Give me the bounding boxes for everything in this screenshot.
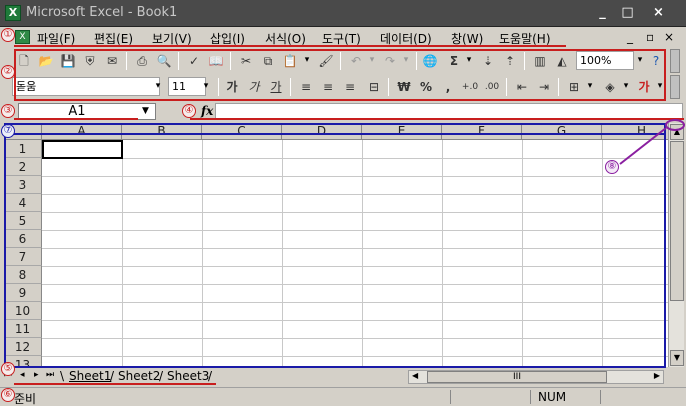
minimize-button[interactable]: _ bbox=[592, 3, 613, 22]
window-title: Microsoft Excel - Book1 bbox=[26, 5, 178, 20]
name-box-dropdown-icon[interactable]: ▼ bbox=[142, 103, 149, 120]
status-bar: 준비 NUM bbox=[0, 387, 686, 406]
tab-sheet1[interactable]: Sheet1 bbox=[69, 369, 111, 383]
excel-icon[interactable]: X bbox=[5, 5, 21, 21]
formatting-toolbar-options[interactable] bbox=[670, 75, 680, 99]
tab-divider: \ bbox=[60, 369, 65, 383]
tab-divider: / bbox=[159, 369, 164, 383]
annotation-badge-8: ⑧ bbox=[605, 160, 619, 174]
status-separator bbox=[530, 390, 531, 404]
column-header-annotation-line bbox=[4, 133, 664, 135]
annotation-badge-5: ⑤ bbox=[1, 362, 15, 376]
annotation-badge-6: ⑥ bbox=[1, 388, 15, 402]
horizontal-scrollbar[interactable]: ◀ III ▶ bbox=[408, 370, 664, 384]
workbook-icon[interactable]: X bbox=[15, 30, 30, 44]
tabbar-underline bbox=[14, 383, 216, 385]
last-sheet-button[interactable]: ⏭ bbox=[46, 370, 54, 380]
standard-toolbar-options[interactable] bbox=[670, 49, 680, 73]
scroll-left-icon[interactable]: ◀ bbox=[412, 371, 418, 380]
tab-divider: / bbox=[110, 369, 115, 383]
status-separator bbox=[450, 390, 451, 404]
menubar-underline bbox=[14, 45, 566, 47]
scroll-down-icon[interactable]: ▼ bbox=[670, 350, 684, 366]
annotation-badge-2: ② bbox=[1, 65, 15, 79]
num-lock-indicator: NUM bbox=[538, 390, 567, 404]
title-bar: X Microsoft Excel - Book1 _ □ × bbox=[0, 0, 686, 27]
doc-minimize-button[interactable]: _ bbox=[627, 30, 633, 44]
scroll-right-icon[interactable]: ▶ bbox=[654, 371, 660, 380]
close-button[interactable]: × bbox=[648, 3, 669, 22]
doc-restore-button[interactable]: ▫ bbox=[646, 30, 654, 44]
toolbar-annotation-box bbox=[14, 49, 666, 101]
tab-sheet2[interactable]: Sheet2 bbox=[118, 369, 160, 383]
annotation-badge-4: ④ bbox=[182, 104, 196, 118]
insert-function-button[interactable]: fx bbox=[201, 104, 213, 118]
worksheet-annotation-frame bbox=[4, 123, 666, 368]
annotation-badge-7: ⑦ bbox=[1, 124, 15, 138]
status-separator bbox=[600, 390, 601, 404]
maximize-button[interactable]: □ bbox=[617, 3, 638, 22]
status-text: 준비 bbox=[14, 392, 37, 406]
tab-sheet3[interactable]: Sheet3 bbox=[167, 369, 209, 383]
annotation-badge-1: ① bbox=[1, 28, 15, 42]
annotation-badge-3: ③ bbox=[1, 104, 15, 118]
horizontal-scroll-thumb[interactable]: III bbox=[427, 371, 607, 383]
doc-close-button[interactable]: × bbox=[664, 30, 674, 44]
tab-divider: / bbox=[208, 369, 213, 383]
namebox-underline bbox=[14, 118, 138, 120]
next-sheet-button[interactable]: ▸ bbox=[34, 370, 39, 380]
prev-sheet-button[interactable]: ◂ bbox=[20, 370, 25, 380]
